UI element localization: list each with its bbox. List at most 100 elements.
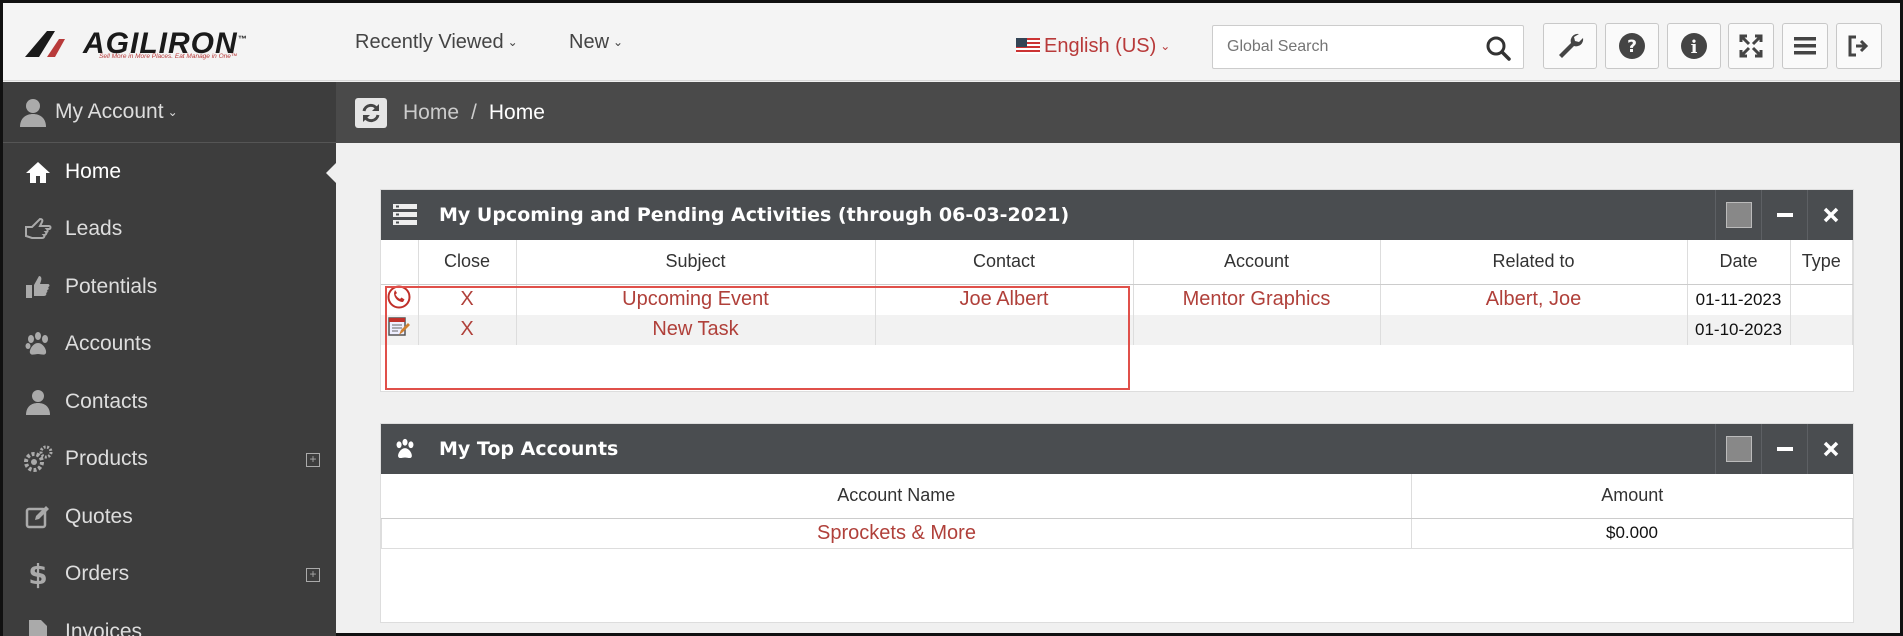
sidebar-item-invoices[interactable]: Invoices (3, 603, 336, 636)
refresh-button[interactable] (355, 97, 387, 128)
sidebar-item-label: Potentials (65, 274, 158, 298)
breadcrumb-home-link[interactable]: Home (403, 101, 459, 125)
sidebar-item-contacts[interactable]: Contacts (3, 373, 336, 431)
activity-related-link[interactable]: Albert, Joe (1380, 284, 1688, 315)
sidebar-item-home[interactable]: Home (3, 143, 336, 201)
svg-text:?: ? (1627, 37, 1637, 57)
thumbs-up-icon (23, 274, 53, 300)
panel-settings-button[interactable] (1715, 424, 1761, 474)
global-search-input[interactable] (1227, 36, 1467, 58)
activity-type-cell (381, 314, 419, 345)
table-row: X New Task 01-10-2023 (381, 314, 1853, 345)
paw-icon (396, 438, 414, 459)
logout-button[interactable] (1836, 23, 1882, 69)
activity-related-link (1380, 314, 1688, 345)
task-edit-icon (388, 316, 411, 336)
column-header-subject: Subject (516, 240, 876, 285)
help-button[interactable]: ? (1605, 23, 1659, 69)
svg-text:$: $ (29, 559, 47, 589)
language-selector[interactable]: English (US) ⌄ (1016, 35, 1170, 58)
column-header-close: Close (418, 240, 517, 285)
activity-contact-link (875, 314, 1134, 345)
square-icon (1725, 436, 1752, 462)
activities-panel-title: My Upcoming and Pending Activities (thro… (439, 204, 1070, 226)
panel-close-button[interactable] (1807, 190, 1853, 240)
dollar-icon: $ (23, 559, 53, 589)
list-panel-icon (393, 204, 417, 225)
column-header-related-to: Related to (1380, 240, 1688, 285)
account-name-link[interactable]: Sprockets & More (381, 518, 1412, 549)
breadcrumb-current: Home (488, 100, 545, 124)
recently-viewed-label: Recently Viewed (355, 31, 504, 53)
panel-settings-button[interactable] (1715, 190, 1761, 240)
logo-mark-icon (25, 31, 65, 57)
table-row: X Upcoming Event Joe Albert Mentor Graph… (381, 284, 1853, 315)
panel-minimize-button[interactable] (1761, 190, 1807, 240)
activity-subject-link[interactable]: Upcoming Event (516, 284, 876, 315)
sidebar-item-label: Home (65, 159, 122, 183)
activity-type (1790, 284, 1853, 315)
expand-plus-icon[interactable]: + (306, 567, 320, 582)
svg-text:i: i (1691, 37, 1698, 58)
chevron-down-icon: ⌄ (507, 35, 518, 49)
user-icon (23, 389, 53, 415)
table-row: Sprockets & More $0.000 (381, 518, 1853, 549)
sidebar-item-potentials[interactable]: Potentials (3, 258, 336, 316)
close-activity-link[interactable]: X (418, 314, 517, 345)
recently-viewed-menu[interactable]: Recently Viewed ⌄ (355, 31, 518, 54)
column-header-contact: Contact (875, 240, 1134, 285)
sidebar-item-orders[interactable]: $ Orders + (3, 546, 336, 604)
column-header-amount: Amount (1411, 474, 1853, 519)
fullscreen-button[interactable] (1728, 23, 1774, 69)
top-accounts-table: Account Name Amount Sprockets & More $0.… (381, 474, 1853, 549)
column-header-type: Type (1790, 240, 1853, 285)
agiliron-logo[interactable]: AGILIRON™ Sell More in More Places. Eat … (25, 27, 265, 63)
info-icon: i (1681, 33, 1707, 59)
activities-panel-header: My Upcoming and Pending Activities (thro… (381, 190, 1853, 240)
main-menu-button[interactable] (1782, 23, 1828, 69)
close-activity-link[interactable]: X (418, 284, 517, 315)
sidebar-item-products[interactable]: Products + (3, 431, 336, 489)
activity-date: 01-11-2023 (1687, 284, 1791, 315)
document-icon (23, 619, 53, 636)
search-icon[interactable] (1485, 35, 1511, 61)
breadcrumb-separator: / (471, 100, 477, 124)
paw-icon (23, 331, 53, 357)
activity-account-link[interactable]: Mentor Graphics (1133, 284, 1381, 315)
my-account-menu[interactable]: My Account ⌄ (3, 82, 336, 143)
logo-tagline: Sell More in More Places. Eat Manage in … (99, 53, 238, 60)
sidebar-item-label: Products (65, 447, 148, 471)
activity-contact-link[interactable]: Joe Albert (875, 284, 1134, 315)
expand-plus-icon[interactable]: + (306, 452, 320, 467)
user-avatar-icon (20, 99, 46, 127)
edit-icon (23, 504, 53, 530)
refresh-icon (362, 103, 380, 122)
global-search (1212, 25, 1524, 69)
chevron-down-icon: ⌄ (167, 105, 178, 119)
new-menu[interactable]: New ⌄ (569, 31, 623, 54)
activity-type (1790, 314, 1853, 345)
square-icon (1725, 202, 1752, 228)
gears-icon (23, 445, 53, 473)
top-accounts-panel-header: My Top Accounts (381, 424, 1853, 474)
sidebar-item-accounts[interactable]: Accounts (3, 316, 336, 374)
top-accounts-panel: My Top Accounts Account Name Amount Spro… (380, 423, 1854, 623)
tools-button[interactable] (1543, 23, 1597, 69)
language-label: English (US) (1044, 35, 1157, 57)
sidebar-item-label: Leads (65, 217, 123, 241)
sidebar-item-leads[interactable]: Leads (3, 201, 336, 259)
hand-point-icon (23, 217, 53, 241)
panel-minimize-button[interactable] (1761, 424, 1807, 474)
activities-panel: My Upcoming and Pending Activities (thro… (380, 189, 1854, 392)
activity-subject-link[interactable]: New Task (516, 314, 876, 345)
breadcrumb: Home / Home (336, 82, 1900, 143)
column-header-account: Account (1133, 240, 1381, 285)
logout-icon (1848, 35, 1869, 57)
close-icon (1823, 207, 1838, 223)
panel-close-button[interactable] (1807, 424, 1853, 474)
minus-icon (1776, 213, 1793, 217)
my-account-label: My Account (55, 100, 164, 123)
info-button[interactable]: i (1667, 23, 1721, 69)
activity-date: 01-10-2023 (1687, 314, 1791, 345)
sidebar-item-quotes[interactable]: Quotes (3, 488, 336, 546)
